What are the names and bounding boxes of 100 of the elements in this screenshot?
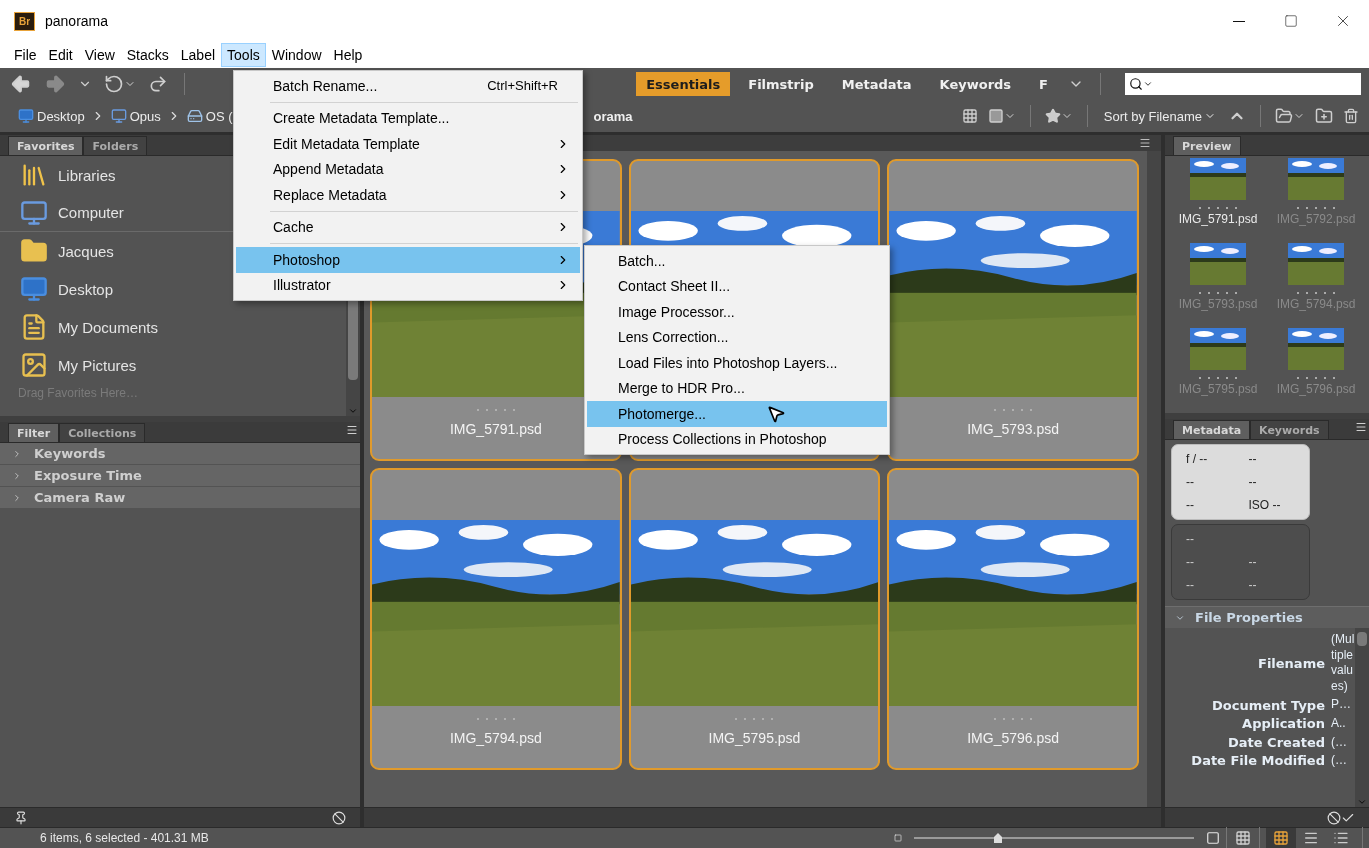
- app-logo: Br: [14, 11, 35, 31]
- panel-tab[interactable]: Keywords: [1250, 420, 1329, 439]
- triangle-right-icon: [12, 470, 22, 481]
- favorite-item[interactable]: My Pictures: [0, 346, 346, 384]
- search-field[interactable]: [1125, 73, 1361, 95]
- menu-item[interactable]: Photomerge...: [587, 401, 887, 427]
- trash-icon: [1343, 108, 1359, 124]
- scroll-thumb[interactable]: [1357, 632, 1367, 646]
- mouse-pointer-icon: [766, 404, 786, 424]
- landscape-thumbnail[interactable]: [1288, 158, 1344, 200]
- landscape-thumbnail[interactable]: [1190, 158, 1246, 200]
- breadcrumb-current[interactable]: orama: [593, 108, 633, 124]
- exposure-value: --: [1185, 532, 1195, 546]
- caret-icon: [1143, 79, 1153, 89]
- window-title: panorama: [45, 13, 110, 29]
- filter-section[interactable]: Camera Raw: [0, 487, 360, 508]
- file-name: IMG_5791.psd: [449, 421, 542, 439]
- menu-item[interactable]: Create Metadata Template...: [236, 105, 580, 131]
- list-icon: [1333, 830, 1349, 846]
- workspace-tab[interactable]: F: [1029, 72, 1058, 96]
- panel-tab[interactable]: Favorites: [8, 136, 84, 155]
- landscape-thumbnail[interactable]: [1288, 243, 1344, 285]
- folder-icon: [20, 237, 48, 265]
- panel-menu-icon[interactable]: [1139, 137, 1151, 149]
- panel-tab[interactable]: Preview: [1173, 136, 1241, 155]
- filter-section[interactable]: Keywords: [0, 443, 360, 464]
- panel-tab[interactable]: Folders: [83, 136, 148, 155]
- preview-file-name: IMG_5791.psd: [1178, 212, 1258, 226]
- workspace-tab[interactable]: Keywords: [929, 72, 1022, 96]
- scrollbar[interactable]: [1147, 151, 1161, 807]
- arrow-right-icon: [44, 73, 66, 95]
- picture-icon: [20, 351, 48, 379]
- clear-filter-icon[interactable]: [332, 810, 346, 825]
- arrow-left-icon: [10, 73, 32, 95]
- exposure-value: --: [1185, 578, 1195, 592]
- favorite-item[interactable]: My Documents: [0, 308, 346, 346]
- pin-icon[interactable]: [14, 810, 28, 825]
- rotate-icon: [104, 74, 124, 94]
- menu-title[interactable]: File: [8, 43, 43, 67]
- curved-arrow-icon: [148, 74, 168, 94]
- file-name: IMG_5796.psd: [967, 730, 1060, 748]
- property-label: Filename: [1257, 655, 1325, 671]
- menu-item[interactable]: Photoshop: [236, 247, 580, 273]
- sort-dropdown[interactable]: Sort by Filename: [1099, 108, 1220, 124]
- menu-title[interactable]: View: [78, 43, 121, 67]
- workspace-tab[interactable]: Essentials: [636, 72, 731, 96]
- camera-value: ISO --: [1247, 498, 1282, 512]
- exposure-value: --: [1247, 578, 1258, 592]
- property-value: (…: [1331, 734, 1348, 751]
- file-name: IMG_5794.psd: [449, 730, 542, 748]
- menu-item[interactable]: Batch Rename... Ctrl+Shift+R: [236, 73, 580, 99]
- drive-icon: [186, 108, 203, 124]
- workspace-tab[interactable]: Metadata: [831, 72, 922, 96]
- square-icon: [987, 108, 1004, 124]
- workspace-tab[interactable]: Filmstrip: [738, 72, 824, 96]
- computer-icon: [20, 198, 48, 227]
- menu-icon: [346, 424, 358, 436]
- menu-item[interactable]: Edit Metadata Template: [236, 131, 580, 157]
- filter-section[interactable]: Exposure Time: [0, 465, 360, 486]
- panel-tab[interactable]: Metadata: [1173, 420, 1251, 439]
- maximize-icon: [1284, 14, 1298, 28]
- property-label: Date Created: [1227, 734, 1325, 750]
- menu-title[interactable]: Help: [327, 43, 369, 67]
- camera-value: f / --: [1185, 452, 1209, 466]
- new-folder-icon: [1315, 107, 1333, 125]
- cancel-icon[interactable]: [1327, 810, 1341, 825]
- breadcrumb-item[interactable]: Opus: [110, 108, 161, 124]
- menu-title[interactable]: Label: [174, 43, 222, 67]
- breadcrumb-item[interactable]: OS (: [186, 108, 233, 124]
- property-value: (…: [1331, 753, 1348, 769]
- camera-value: --: [1247, 452, 1258, 466]
- landscape-thumbnail[interactable]: [1288, 328, 1344, 370]
- panel-tab[interactable]: Filter: [8, 423, 60, 442]
- panel-tab[interactable]: Collections: [59, 423, 146, 442]
- exposure-value: --: [1185, 555, 1195, 569]
- desktop-icon: [18, 108, 34, 124]
- desktop-icon: [20, 275, 48, 303]
- view-mode-button[interactable]: [1266, 828, 1296, 848]
- folder-icon: [1275, 107, 1293, 125]
- property-value: A..: [1331, 715, 1347, 732]
- grid-icon: [1235, 830, 1251, 846]
- file-properties-header[interactable]: File Properties: [1165, 606, 1369, 628]
- scroll-down-icon: [348, 406, 358, 416]
- small-square-icon: [894, 834, 902, 842]
- menu-title[interactable]: Edit: [42, 43, 79, 67]
- property-label: Date File Modified: [1190, 753, 1325, 769]
- landscape-thumbnail[interactable]: [1190, 243, 1246, 285]
- file-name: IMG_5795.psd: [708, 730, 801, 748]
- menu-title[interactable]: Stacks: [120, 43, 175, 67]
- camera-value: --: [1247, 475, 1258, 489]
- minimize-icon: [1233, 20, 1245, 22]
- landscape-thumbnail[interactable]: [1190, 328, 1246, 370]
- scroll-down-icon: [1357, 797, 1367, 807]
- camera-value: --: [1185, 498, 1195, 512]
- menu-title[interactable]: Window: [265, 43, 328, 67]
- slider-thumb[interactable]: [994, 833, 1002, 843]
- exposure-value: --: [1247, 555, 1258, 569]
- breadcrumb-item[interactable]: Desktop: [18, 108, 85, 124]
- menu-title[interactable]: Tools: [221, 43, 266, 67]
- scrollbar[interactable]: [1355, 628, 1369, 807]
